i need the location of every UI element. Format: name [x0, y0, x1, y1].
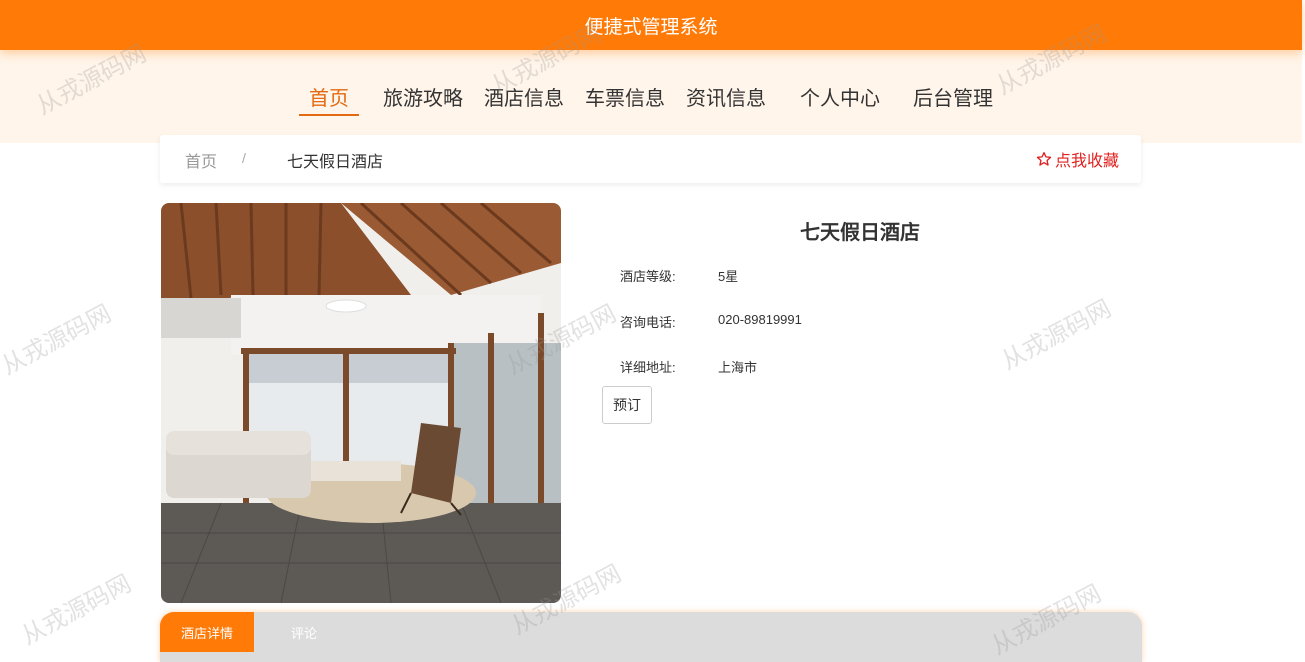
hotel-address-value: 上海市: [718, 360, 758, 375]
hotel-level-label: 酒店等级:: [620, 269, 676, 284]
watermark: 从戎源码网: [17, 570, 136, 651]
breadcrumb: 首页 / 七天假日酒店 点我收藏: [160, 135, 1141, 183]
favorite-label: 点我收藏: [1054, 153, 1119, 170]
nav-item-travel-guide[interactable]: 旅游攻略: [373, 82, 473, 116]
tab-comments[interactable]: 评论: [254, 612, 354, 652]
nav-item-news[interactable]: 资讯信息: [676, 82, 776, 116]
hotel-level-value: 5星: [718, 269, 739, 284]
hotel-photo: [161, 203, 561, 603]
tab-hotel-details[interactable]: 酒店详情: [160, 612, 254, 652]
nav-item-admin[interactable]: 后台管理: [903, 82, 1003, 116]
nav-item-hotel-info[interactable]: 酒店信息: [474, 82, 574, 116]
detail-tabs: 酒店详情 评论: [160, 612, 1142, 662]
watermark: 从戎源码网: [0, 300, 116, 381]
main-nav: 首页 旅游攻略 酒店信息 车票信息 资讯信息 个人中心 后台管理: [0, 82, 1302, 116]
breadcrumb-current: 七天假日酒店: [287, 154, 384, 171]
nav-item-personal-center[interactable]: 个人中心: [790, 82, 890, 116]
star-outline-icon: [1036, 152, 1052, 166]
breadcrumb-home[interactable]: 首页: [185, 148, 217, 172]
nav-item-home[interactable]: 首页: [299, 82, 359, 116]
book-button[interactable]: 预订: [602, 386, 652, 424]
breadcrumb-separator: /: [242, 150, 246, 166]
watermark: 从戎源码网: [997, 295, 1116, 376]
hotel-name: 七天假日酒店: [800, 222, 920, 244]
hotel-phone-value: 020-89819991: [718, 312, 802, 327]
hotel-address-label: 详细地址:: [620, 360, 676, 375]
app-header: 便捷式管理系统: [0, 0, 1302, 50]
app-title: 便捷式管理系统: [584, 16, 718, 38]
favorite-button[interactable]: 点我收藏: [1036, 147, 1119, 171]
nav-item-ticket-info[interactable]: 车票信息: [575, 82, 675, 116]
hotel-phone-label: 咨询电话:: [620, 315, 676, 330]
